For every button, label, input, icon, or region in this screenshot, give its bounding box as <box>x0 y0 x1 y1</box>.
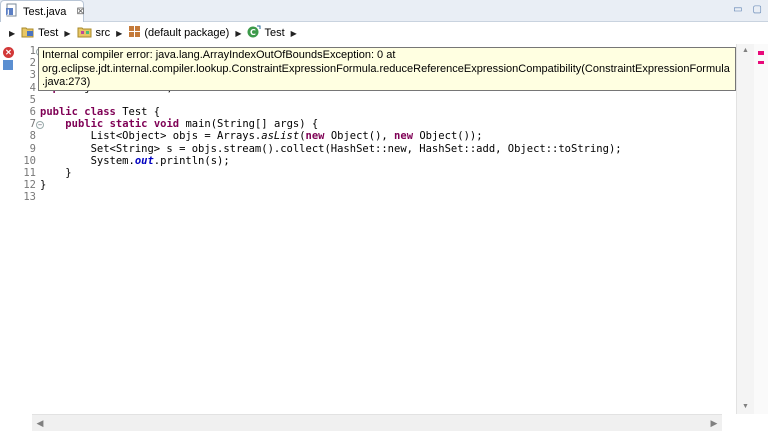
line-number: 6 <box>29 106 36 118</box>
overview-error-marker[interactable] <box>758 61 764 64</box>
breadcrumb-arrow-icon[interactable]: ▶ <box>64 29 70 38</box>
tooltip-line: .java:273) <box>42 76 91 88</box>
line-number: 8 <box>29 130 36 143</box>
scroll-left-icon[interactable]: ◀ <box>32 415 48 431</box>
scroll-down-icon[interactable]: ▼ <box>737 400 754 414</box>
line-number: 4 <box>29 81 36 94</box>
svg-text:C: C <box>250 28 256 37</box>
breadcrumb: ▶ Test ▶ src ▶ (default package) ▶ C Tes… <box>0 23 768 43</box>
line-number: 7 <box>29 118 36 131</box>
code-text: main(String[] args) { <box>179 118 319 131</box>
code-line-8: List<Object> objs = Arrays.asList(new Ob… <box>40 130 483 143</box>
keyword: void <box>153 118 180 131</box>
keyword: public <box>40 106 78 118</box>
code-line-12: } <box>40 179 47 192</box>
source-folder-icon <box>77 25 93 41</box>
code-text: } <box>40 167 72 179</box>
project-icon <box>21 25 35 41</box>
scroll-up-icon[interactable]: ▲ <box>737 44 754 58</box>
code-line-10: System.out.println(s); <box>40 154 230 167</box>
vertical-scrollbar[interactable]: ▲ ▼ <box>736 44 754 414</box>
error-tooltip: Internal compiler error: java.lang.Array… <box>38 47 736 91</box>
code-line-6: public class Test { <box>40 106 161 118</box>
code-text: } <box>40 179 47 192</box>
code-text: List<Object> objs = Arrays. <box>40 130 262 143</box>
line-number: 10 <box>23 154 36 167</box>
code-text: Set<String> s = objs.stream().collect(Ha… <box>40 142 622 155</box>
keyword: new <box>305 130 325 143</box>
tooltip-line: org.eclipse.jdt.internal.compiler.lookup… <box>42 62 730 75</box>
overview-error-marker[interactable] <box>758 51 764 55</box>
line-number: 5 <box>29 93 36 106</box>
editor-tab-bar: J Test.java ⊠ ▭ ▢ <box>0 0 768 22</box>
line-number: 11 <box>23 167 36 179</box>
code-text: Object()); <box>413 130 483 143</box>
svg-text:J: J <box>6 9 9 16</box>
overview-ruler[interactable] <box>754 44 768 414</box>
code-text: .println(s); <box>153 154 230 167</box>
breadcrumb-label: Test <box>264 27 285 39</box>
breadcrumb-item-class[interactable]: C Test <box>247 25 285 41</box>
java-file-icon: J <box>5 3 19 20</box>
breadcrumb-item-src[interactable]: src <box>77 25 111 41</box>
code-line-9: Set<String> s = objs.stream().collect(Ha… <box>40 142 622 155</box>
line-number: 12 <box>23 179 36 192</box>
code-text: System. <box>40 154 135 167</box>
method-italic: asList <box>261 130 300 143</box>
line-number: 9 <box>29 142 36 155</box>
close-icon[interactable]: ⊠ <box>76 6 84 17</box>
package-icon <box>128 25 141 41</box>
breadcrumb-arrow-icon[interactable]: ▶ <box>291 29 297 38</box>
tab-title: Test.java <box>23 5 67 18</box>
keyword: static <box>109 118 148 131</box>
code-text: Object(), <box>324 130 395 143</box>
breadcrumb-label: src <box>95 27 111 39</box>
line-number: 13 <box>23 191 36 204</box>
line-number: 2 <box>29 57 36 70</box>
breadcrumb-arrow-icon[interactable]: ▶ <box>116 29 122 38</box>
error-icon[interactable]: ✕ <box>3 47 14 58</box>
vertical-ruler <box>0 44 14 414</box>
breadcrumb-item-project[interactable]: Test <box>21 25 58 41</box>
keyword: new <box>394 130 414 143</box>
maximize-icon[interactable]: ▢ <box>753 4 762 15</box>
keyword: public <box>65 118 104 131</box>
keyword: class <box>84 106 116 118</box>
code-line-11: } <box>40 167 72 179</box>
scroll-right-icon[interactable]: ▶ <box>706 415 722 431</box>
horizontal-scrollbar[interactable]: ◀ ▶ <box>32 414 722 431</box>
breadcrumb-item-package[interactable]: (default package) <box>128 25 229 41</box>
code-editor[interactable]: 1 2 3 4 5 6 7 8 9 10 11 12 13 − − import… <box>0 44 768 443</box>
line-number: 1 <box>29 45 36 57</box>
tab-test-java[interactable]: J Test.java ⊠ <box>0 0 85 22</box>
class-icon: C <box>247 25 261 41</box>
annotation-marker-icon[interactable] <box>3 60 13 70</box>
static-field: out <box>134 154 154 167</box>
code-text: Test { <box>115 106 161 118</box>
breadcrumb-arrow-icon[interactable]: ▶ <box>235 29 241 38</box>
editor-bottom-edge <box>0 431 768 443</box>
minimize-icon[interactable]: ▭ <box>733 4 742 15</box>
breadcrumb-arrow-icon[interactable]: ▶ <box>9 29 15 38</box>
breadcrumb-label: Test <box>38 27 59 39</box>
tooltip-line: Internal compiler error: java.lang.Array… <box>42 49 396 61</box>
line-number: 3 <box>29 69 36 82</box>
breadcrumb-label: (default package) <box>144 27 230 39</box>
code-line-7: public static void main(String[] args) { <box>40 118 319 131</box>
